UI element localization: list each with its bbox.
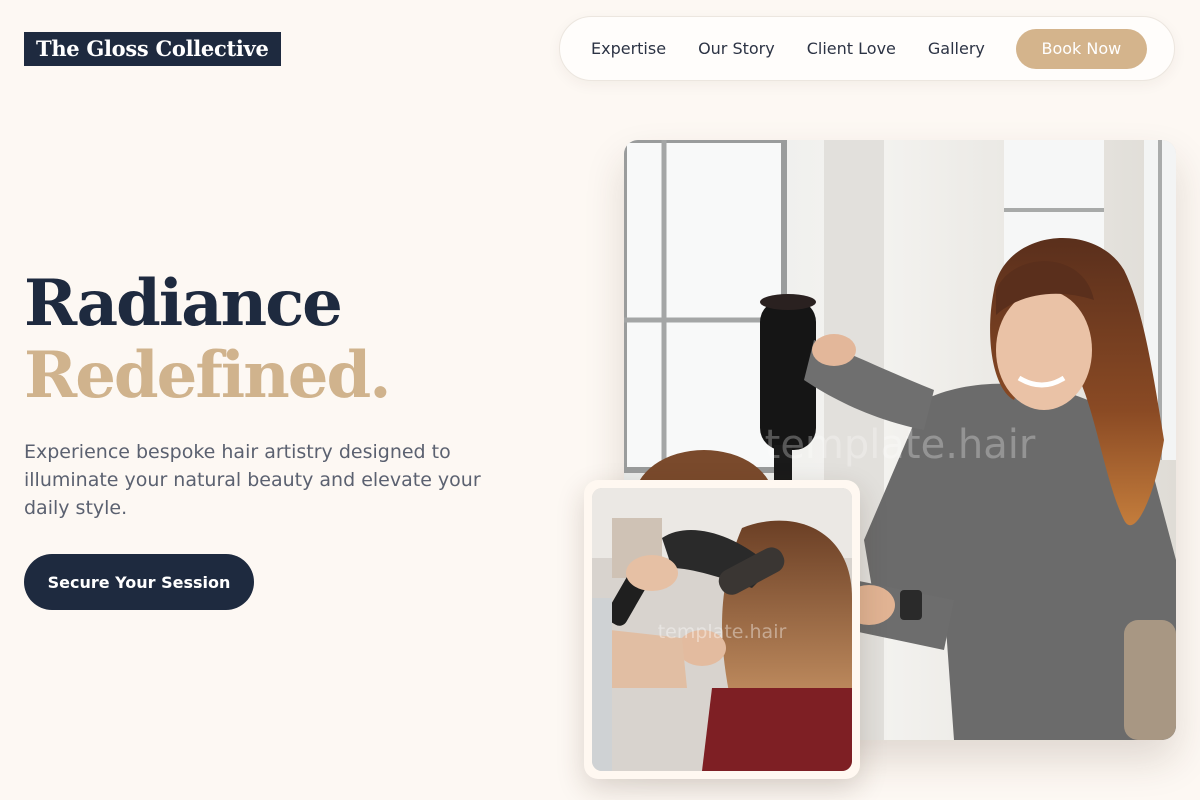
hair-blowdry-photo: template.hair <box>592 488 852 771</box>
hero-title-line2: Redefined. <box>24 338 391 413</box>
hair-blowdry-photo-card: template.hair <box>584 480 860 779</box>
main-photo-watermark: template.hair <box>765 422 1036 468</box>
nav-link-client-love[interactable]: Client Love <box>807 39 896 58</box>
nav-link-gallery[interactable]: Gallery <box>928 39 985 58</box>
brand-logo[interactable]: The Gloss Collective <box>24 32 281 66</box>
small-photo-watermark: template.hair <box>658 621 787 643</box>
hero-title-line1: Radiance <box>24 266 343 341</box>
book-now-button[interactable]: Book Now <box>1015 28 1147 69</box>
hero-title: Radiance Redefined. <box>24 266 391 413</box>
hero-subtitle: Experience bespoke hair artistry designe… <box>24 441 481 519</box>
nav-link-expertise[interactable]: Expertise <box>591 39 666 58</box>
secure-session-button[interactable]: Secure Your Session <box>24 554 254 610</box>
nav-link-our-story[interactable]: Our Story <box>698 39 775 58</box>
main-nav: Expertise Our Story Client Love Gallery … <box>559 16 1175 81</box>
